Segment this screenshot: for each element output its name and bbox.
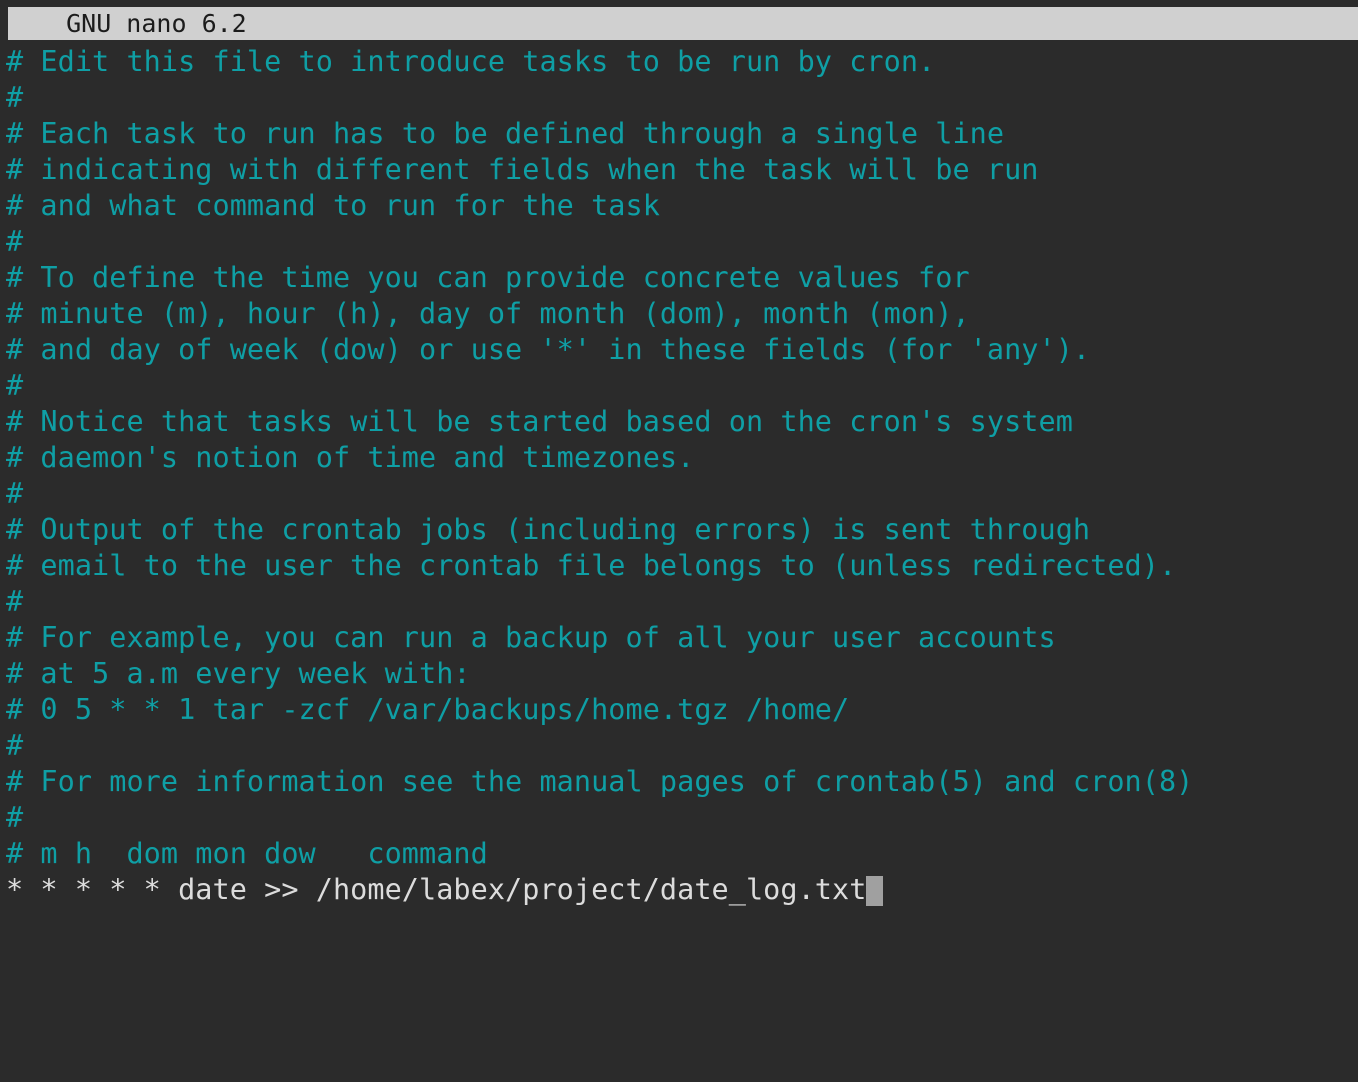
editor-line-text: # daemon's notion of time and timezones. [6,441,695,474]
editor-line-text: # and what command to run for the task [6,189,660,222]
nano-title-bar: GNU nano 6.2 [8,7,1358,40]
editor-line-text: # Edit this file to introduce tasks to b… [6,45,936,78]
editor-line[interactable]: # and day of week (dow) or use '*' in th… [6,332,1358,368]
editor-line[interactable]: # Each task to run has to be defined thr… [6,116,1358,152]
editor-line-text: # [6,225,24,258]
editor-line-text: # 0 5 * * 1 tar -zcf /var/backups/home.t… [6,693,850,726]
editor-line-text: # [6,369,24,402]
editor-text-area[interactable]: # Edit this file to introduce tasks to b… [0,44,1358,1082]
editor-line[interactable]: # daemon's notion of time and timezones. [6,440,1358,476]
editor-line[interactable]: * * * * * date >> /home/labex/project/da… [6,872,1358,908]
editor-line[interactable]: # and what command to run for the task [6,188,1358,224]
editor-line-text: # For example, you can run a backup of a… [6,621,1056,654]
editor-line[interactable]: # Edit this file to introduce tasks to b… [6,44,1358,80]
editor-line[interactable]: # indicating with different fields when … [6,152,1358,188]
editor-line[interactable]: # email to the user the crontab file bel… [6,548,1358,584]
editor-line-text: # at 5 a.m every week with: [6,657,471,690]
editor-line-text: # m h dom mon dow command [6,837,488,870]
editor-line[interactable]: # m h dom mon dow command [6,836,1358,872]
editor-line[interactable]: # [6,224,1358,260]
editor-line-text: # Notice that tasks will be started base… [6,405,1073,438]
editor-line-text: # [6,477,24,510]
editor-line[interactable]: # To define the time you can provide con… [6,260,1358,296]
editor-line-text: # minute (m), hour (h), day of month (do… [6,297,970,330]
editor-line[interactable]: # 0 5 * * 1 tar -zcf /var/backups/home.t… [6,692,1358,728]
editor-line[interactable]: # For more information see the manual pa… [6,764,1358,800]
nano-version-label: GNU nano 6.2 [36,9,247,38]
editor-line-text: # [6,801,24,834]
editor-line-text: # [6,81,24,114]
editor-line[interactable]: # [6,368,1358,404]
editor-line[interactable]: # [6,476,1358,512]
editor-line[interactable]: # [6,584,1358,620]
editor-line[interactable]: # [6,728,1358,764]
editor-line[interactable]: # minute (m), hour (h), day of month (do… [6,296,1358,332]
editor-line-text: # email to the user the crontab file bel… [6,549,1177,582]
editor-line-text: # Output of the crontab jobs (including … [6,513,1091,546]
nano-editor-window: GNU nano 6.2 # Edit this file to introdu… [0,0,1358,1082]
editor-line-text: # indicating with different fields when … [6,153,1039,186]
editor-line[interactable]: # [6,800,1358,836]
editor-line-text: # [6,585,24,618]
editor-line-text: # [6,729,24,762]
editor-line-text: # and day of week (dow) or use '*' in th… [6,333,1091,366]
editor-line[interactable]: # For example, you can run a backup of a… [6,620,1358,656]
editor-line[interactable]: # Notice that tasks will be started base… [6,404,1358,440]
editor-line-text: * * * * * date >> /home/labex/project/da… [6,873,867,906]
text-cursor [866,876,884,906]
editor-line[interactable]: # Output of the crontab jobs (including … [6,512,1358,548]
editor-line[interactable]: # at 5 a.m every week with: [6,656,1358,692]
editor-line[interactable]: # [6,80,1358,116]
editor-line-text: # Each task to run has to be defined thr… [6,117,1005,150]
editor-line-text: # For more information see the manual pa… [6,765,1194,798]
editor-line-text: # To define the time you can provide con… [6,261,970,294]
